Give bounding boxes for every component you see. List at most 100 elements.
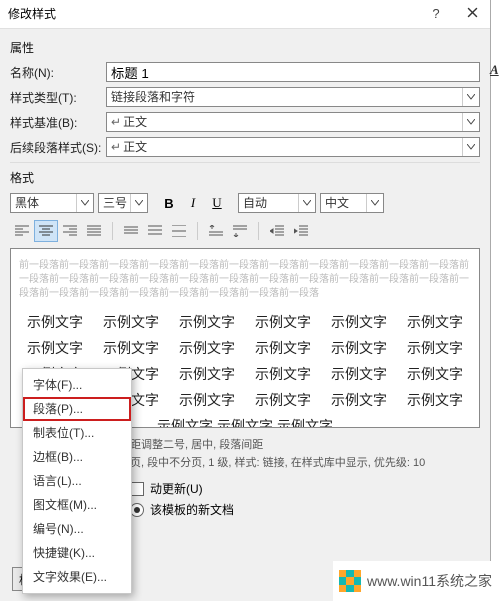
bold-button[interactable]: B bbox=[158, 192, 180, 214]
following-select[interactable]: ↵正文 bbox=[106, 137, 480, 157]
font-color-value: 自动 bbox=[239, 194, 298, 212]
sample-text: 示例文字 bbox=[407, 364, 463, 384]
close-icon bbox=[467, 7, 478, 18]
menu-item-tabs[interactable]: 制表位(T)... bbox=[23, 421, 131, 445]
checkbox-icon bbox=[130, 482, 144, 496]
align-justify-button[interactable] bbox=[82, 220, 106, 242]
following-label: 后续段落样式(S): bbox=[10, 139, 106, 156]
sample-text: 示例文字 bbox=[331, 390, 387, 410]
italic-button[interactable]: I bbox=[182, 192, 204, 214]
para-space-after-button[interactable] bbox=[228, 220, 252, 242]
sample-text: 示例文字 bbox=[407, 312, 463, 332]
based-on-select[interactable]: ↵正文 bbox=[106, 112, 480, 132]
row-name: 名称(N): bbox=[10, 62, 480, 82]
sample-text: 示例文字 bbox=[179, 312, 235, 332]
close-button[interactable] bbox=[454, 0, 490, 28]
sample-text: 示例文字 bbox=[255, 364, 311, 384]
sample-row: 示例文字示例文字示例文字示例文字示例文字示例文字 bbox=[19, 335, 471, 361]
sample-text: 示例文字 bbox=[27, 338, 83, 358]
sample-text: 示例文字 bbox=[157, 416, 213, 428]
sample-text: 示例文字 bbox=[103, 312, 159, 332]
font-family-value: 黑体 bbox=[11, 194, 76, 212]
menu-item-language[interactable]: 语言(L)... bbox=[23, 469, 131, 493]
chevron-down-icon bbox=[76, 194, 93, 212]
font-size-value: 三号 bbox=[99, 194, 130, 212]
menu-item-texteffect[interactable]: 文字效果(E)... bbox=[23, 565, 131, 589]
style-type-select[interactable]: 链接段落和字符 bbox=[106, 87, 480, 107]
sample-text: 示例文字 bbox=[407, 390, 463, 410]
sample-row: 示例文字示例文字示例文字示例文字示例文字示例文字 bbox=[19, 309, 471, 335]
auto-update-label: 动更新(U) bbox=[150, 480, 203, 497]
style-type-value: 链接段落和字符 bbox=[107, 88, 462, 106]
chevron-down-icon bbox=[298, 194, 315, 212]
sample-text: 示例文字 bbox=[27, 312, 83, 332]
name-input[interactable] bbox=[106, 62, 480, 82]
menu-item-numbering[interactable]: 编号(N)... bbox=[23, 517, 131, 541]
sample-text: 示例文字 bbox=[255, 312, 311, 332]
titlebar: 修改样式 ? bbox=[0, 0, 490, 29]
section-properties-label: 属性 bbox=[10, 39, 480, 56]
sample-text: 示例文字 bbox=[277, 416, 333, 428]
indent-increase-button[interactable] bbox=[289, 220, 313, 242]
para-space-before-button[interactable] bbox=[204, 220, 228, 242]
align-right-button[interactable] bbox=[58, 220, 82, 242]
formatting-glyph-a: A bbox=[490, 62, 498, 78]
chevron-down-icon bbox=[462, 88, 479, 106]
menu-item-frame[interactable]: 图文框(M)... bbox=[23, 493, 131, 517]
sample-text: 示例文字 bbox=[179, 390, 235, 410]
sample-text: 示例文字 bbox=[179, 364, 235, 384]
watermark-url: www.win11系统之家 bbox=[367, 571, 492, 591]
format-row-2 bbox=[10, 220, 480, 242]
chevron-down-icon bbox=[462, 113, 479, 131]
align-center-button[interactable] bbox=[34, 220, 58, 242]
font-family-select[interactable]: 黑体 bbox=[10, 193, 94, 213]
following-value: ↵正文 bbox=[107, 138, 462, 156]
sample-text: 示例文字 bbox=[331, 338, 387, 358]
menu-item-shortcut[interactable]: 快捷键(K)... bbox=[23, 541, 131, 565]
sample-text: 示例文字 bbox=[331, 312, 387, 332]
language-select[interactable]: 中文 bbox=[320, 193, 384, 213]
sample-text: 示例文字 bbox=[179, 338, 235, 358]
menu-item-paragraph[interactable]: 段落(P)... bbox=[23, 397, 131, 421]
watermark: www.win11系统之家 bbox=[333, 561, 500, 601]
sample-text: 示例文字 bbox=[217, 416, 273, 428]
underline-button[interactable]: U bbox=[206, 192, 228, 214]
menu-item-border[interactable]: 边框(B)... bbox=[23, 445, 131, 469]
chevron-down-icon bbox=[366, 194, 383, 212]
template-scope-label: 该模板的新文档 bbox=[150, 501, 234, 518]
sample-text: 示例文字 bbox=[331, 364, 387, 384]
sample-text: 示例文字 bbox=[255, 390, 311, 410]
row-following: 后续段落样式(S): ↵正文 bbox=[10, 137, 480, 157]
font-size-select[interactable]: 三号 bbox=[98, 193, 148, 213]
sample-text: 示例文字 bbox=[407, 338, 463, 358]
line-spacing-1-button[interactable] bbox=[119, 220, 143, 242]
sample-text: 示例文字 bbox=[103, 338, 159, 358]
section-format-label: 格式 bbox=[10, 169, 480, 186]
chevron-down-icon bbox=[130, 194, 147, 212]
chevron-down-icon bbox=[462, 138, 479, 156]
sample-text: 示例文字 bbox=[255, 338, 311, 358]
row-based-on: 样式基准(B): ↵正文 bbox=[10, 112, 480, 132]
indent-decrease-button[interactable] bbox=[265, 220, 289, 242]
align-left-button[interactable] bbox=[10, 220, 34, 242]
watermark-logo-icon bbox=[339, 570, 361, 592]
format-menu: 字体(F)... 段落(P)... 制表位(T)... 边框(B)... 语言(… bbox=[22, 368, 132, 594]
style-type-label: 样式类型(T): bbox=[10, 89, 106, 106]
language-value: 中文 bbox=[321, 194, 366, 212]
line-spacing-2-button[interactable] bbox=[143, 220, 167, 242]
radio-icon bbox=[130, 503, 144, 517]
bold-italic-underline-group: B I U bbox=[158, 192, 228, 214]
divider bbox=[10, 162, 480, 163]
based-on-label: 样式基准(B): bbox=[10, 114, 106, 131]
format-row-1: 黑体 三号 B I U 自动 中文 bbox=[10, 192, 480, 214]
help-button[interactable]: ? bbox=[418, 0, 454, 28]
menu-item-font[interactable]: 字体(F)... bbox=[23, 373, 131, 397]
preview-lorem: 前一段落前一段落前一段落前一段落前一段落前一段落前一段落前一段落前一段落前一段落… bbox=[19, 259, 471, 301]
separator bbox=[258, 222, 259, 240]
font-color-select[interactable]: 自动 bbox=[238, 193, 316, 213]
separator bbox=[112, 222, 113, 240]
based-on-value: ↵正文 bbox=[107, 113, 462, 131]
line-spacing-3-button[interactable] bbox=[167, 220, 191, 242]
separator bbox=[197, 222, 198, 240]
row-style-type: 样式类型(T): 链接段落和字符 bbox=[10, 87, 480, 107]
